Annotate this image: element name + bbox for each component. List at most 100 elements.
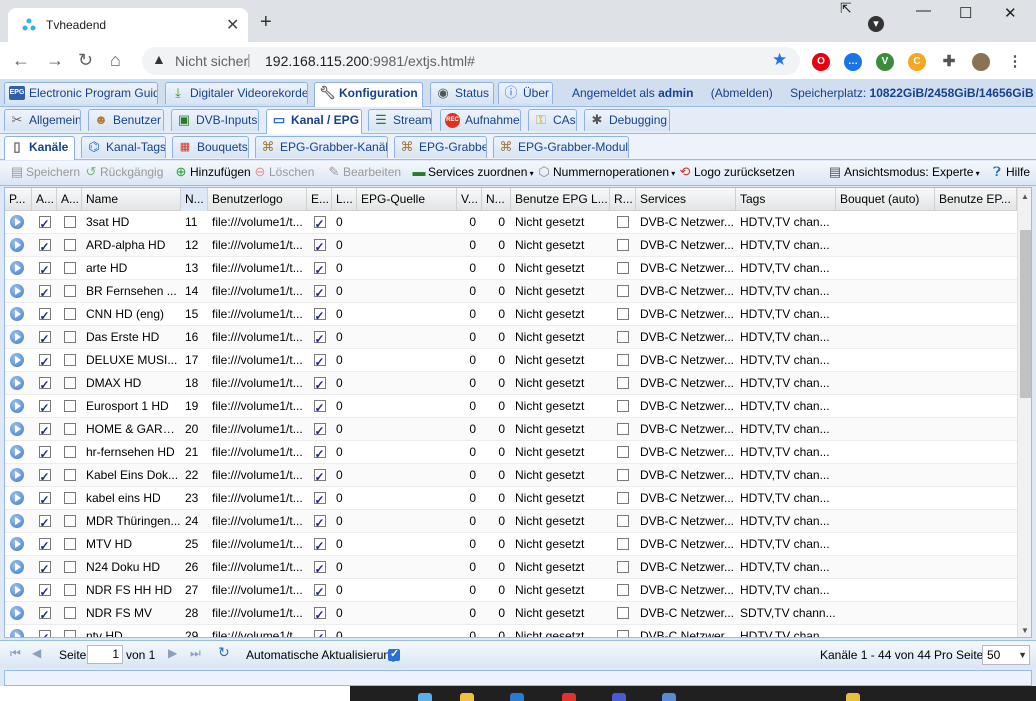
row-checkbox[interactable] (617, 262, 629, 274)
row-checkbox[interactable] (38, 535, 51, 556)
number-operations-button[interactable]: ⬡ Nummernoperationen ▾ (537, 164, 675, 179)
browser-tab[interactable]: Tvheadend ✕ (8, 8, 248, 42)
row-checkbox[interactable] (313, 604, 326, 625)
row-checkbox[interactable] (63, 400, 76, 412)
row-checkbox[interactable] (63, 630, 76, 637)
refresh-icon[interactable]: ↻ (218, 644, 230, 661)
table-row[interactable]: ARD-alpha HD 12 file:///volume1/t... 0 0 0 Nic… (5, 234, 1017, 257)
column-header-epg-source[interactable]: EPG-Quelle (357, 188, 457, 211)
chat-extension-icon[interactable]: … (844, 53, 862, 71)
tab-status[interactable]: ◉ Status (430, 82, 494, 104)
row-checkbox[interactable] (63, 607, 76, 619)
row-checkbox[interactable] (63, 538, 76, 550)
taskbar-app-icon[interactable] (460, 693, 474, 701)
scroll-up-arrow-icon[interactable]: ▲ (1021, 192, 1029, 201)
table-row[interactable]: NDR FS HH HD 27 file:///volume1/t... 0 0 0 Nic… (5, 579, 1017, 602)
play-icon[interactable] (10, 261, 24, 275)
row-checkbox[interactable] (313, 535, 326, 556)
auto-refresh-checkbox[interactable] (388, 647, 400, 661)
column-header-epg-enabled[interactable]: E... (307, 188, 332, 211)
play-icon[interactable] (10, 307, 24, 321)
profile-dropdown-icon[interactable]: ▾ (868, 16, 884, 32)
row-checkbox[interactable] (617, 377, 629, 389)
row-checkbox[interactable] (38, 282, 51, 303)
table-row[interactable]: hr-fernsehen HD 21 file:///volume1/t... 0 0 0… (5, 441, 1017, 464)
play-icon[interactable] (10, 399, 24, 413)
table-row[interactable]: Kabel Eins Dok... 22 file:///volume1/t... 0… (5, 464, 1017, 487)
taskbar-app-icon[interactable] (418, 693, 432, 701)
table-row[interactable]: ntv HD 29 file:///volume1/t... 0 0 0 Nicht ges… (5, 625, 1017, 637)
row-checkbox[interactable] (617, 239, 629, 251)
play-icon[interactable] (10, 560, 24, 574)
url-bar[interactable]: ▲ Nicht sicher | 192.168.115.200:9981/ex… (142, 47, 800, 75)
column-header-tags[interactable]: Tags (736, 188, 836, 211)
row-checkbox[interactable] (617, 216, 629, 228)
page-number-input[interactable]: 1 (87, 645, 123, 664)
row-checkbox[interactable] (617, 607, 629, 619)
tab-epg[interactable]: EPG Electronic Program Guide (4, 82, 158, 104)
row-checkbox[interactable] (63, 354, 76, 366)
row-checkbox[interactable] (38, 420, 51, 441)
row-checkbox[interactable] (38, 466, 51, 487)
table-row[interactable]: arte HD 13 file:///volume1/t... 0 0 0 Nicht ge… (5, 257, 1017, 280)
play-icon[interactable] (10, 376, 24, 390)
row-checkbox[interactable] (63, 331, 76, 343)
scrollbar-thumb[interactable] (1020, 230, 1031, 398)
table-row[interactable]: DMAX HD 18 file:///volume1/t... 0 0 0 Nicht ge… (5, 372, 1017, 395)
play-icon[interactable] (10, 284, 24, 298)
play-icon[interactable] (10, 514, 24, 528)
column-header-r[interactable]: R... (610, 188, 636, 211)
row-checkbox[interactable] (617, 285, 629, 297)
window-close-icon[interactable]: ✕ (1004, 4, 1017, 22)
play-icon[interactable] (10, 422, 24, 436)
column-header-n[interactable]: N... (482, 188, 511, 211)
tab-epg-grabber-modules[interactable]: ⌘ EPG-Grabber-Module (493, 136, 629, 158)
edit-button[interactable]: ✎ Bearbeiten (327, 164, 402, 179)
table-row[interactable]: N24 Doku HD 26 file:///volume1/t... 0 0 0 Nich… (5, 556, 1017, 579)
row-checkbox[interactable] (63, 469, 76, 481)
row-checkbox[interactable] (313, 627, 326, 637)
row-checkbox[interactable] (617, 331, 629, 343)
table-row[interactable]: HOME & GARD...20file:///volume1/t...000N… (5, 418, 1017, 441)
tab-bouquets[interactable]: ▦ Bouquets (172, 136, 249, 158)
row-checkbox[interactable] (617, 354, 629, 366)
tab-about[interactable]: ⓘ Über (498, 82, 553, 104)
row-checkbox[interactable] (617, 630, 629, 637)
row-checkbox[interactable] (313, 581, 326, 602)
row-checkbox[interactable] (63, 446, 76, 458)
column-header-enabled[interactable]: A... (32, 188, 57, 211)
taskbar-app-icon[interactable] (612, 693, 626, 701)
row-checkbox[interactable] (38, 604, 51, 625)
next-page-icon[interactable]: ▶ (168, 646, 177, 660)
column-header-play[interactable]: P... (5, 188, 32, 211)
row-checkbox[interactable] (38, 328, 51, 349)
row-checkbox[interactable] (63, 492, 76, 504)
table-row[interactable]: kabel eins HD 23 file:///volume1/t... 0 0 0 Ni… (5, 487, 1017, 510)
row-checkbox[interactable] (63, 423, 76, 435)
row-checkbox[interactable] (313, 305, 326, 326)
column-header-v[interactable]: V... (457, 188, 482, 211)
row-checkbox[interactable] (617, 515, 629, 527)
row-checkbox[interactable] (38, 581, 51, 602)
row-checkbox[interactable] (313, 259, 326, 280)
play-icon[interactable] (10, 537, 24, 551)
row-checkbox[interactable] (617, 400, 629, 412)
row-checkbox[interactable] (63, 239, 76, 251)
tab-channels[interactable]: ▯ Kanäle (4, 136, 75, 160)
column-header-autoname[interactable]: A... (57, 188, 82, 211)
row-checkbox[interactable] (617, 469, 629, 481)
row-checkbox[interactable] (617, 538, 629, 550)
play-icon[interactable] (10, 330, 24, 344)
play-icon[interactable] (10, 491, 24, 505)
taskbar-app-icon[interactable] (662, 693, 676, 701)
help-button[interactable]: ❓︎ Hilfe (990, 164, 1030, 179)
row-checkbox[interactable] (63, 377, 76, 389)
row-checkbox[interactable] (617, 308, 629, 320)
column-header-use-epg[interactable]: Benutze EPG L... (511, 188, 610, 211)
column-header-bouquet[interactable]: Bouquet (auto) (836, 188, 935, 211)
play-icon[interactable] (10, 629, 24, 637)
row-checkbox[interactable] (313, 328, 326, 349)
row-checkbox[interactable] (313, 443, 326, 464)
table-row[interactable]: BR Fernsehen ... 14 file:///volume1/t... 0 0… (5, 280, 1017, 303)
play-icon[interactable] (10, 606, 24, 620)
